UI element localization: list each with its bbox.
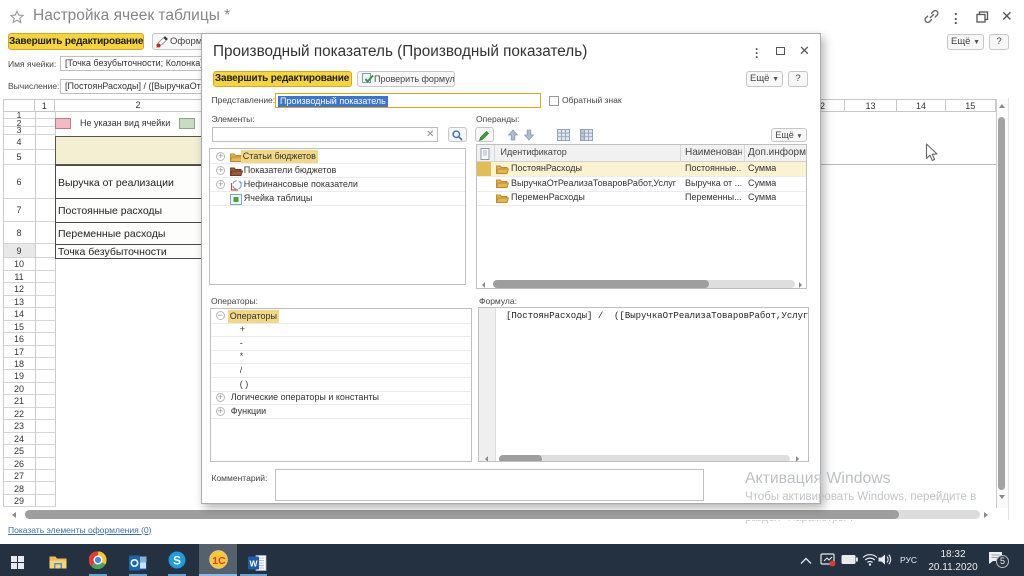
svg-text:S: S [173, 553, 181, 567]
svg-text:1C: 1C [212, 555, 226, 567]
svg-text:W: W [249, 558, 258, 568]
